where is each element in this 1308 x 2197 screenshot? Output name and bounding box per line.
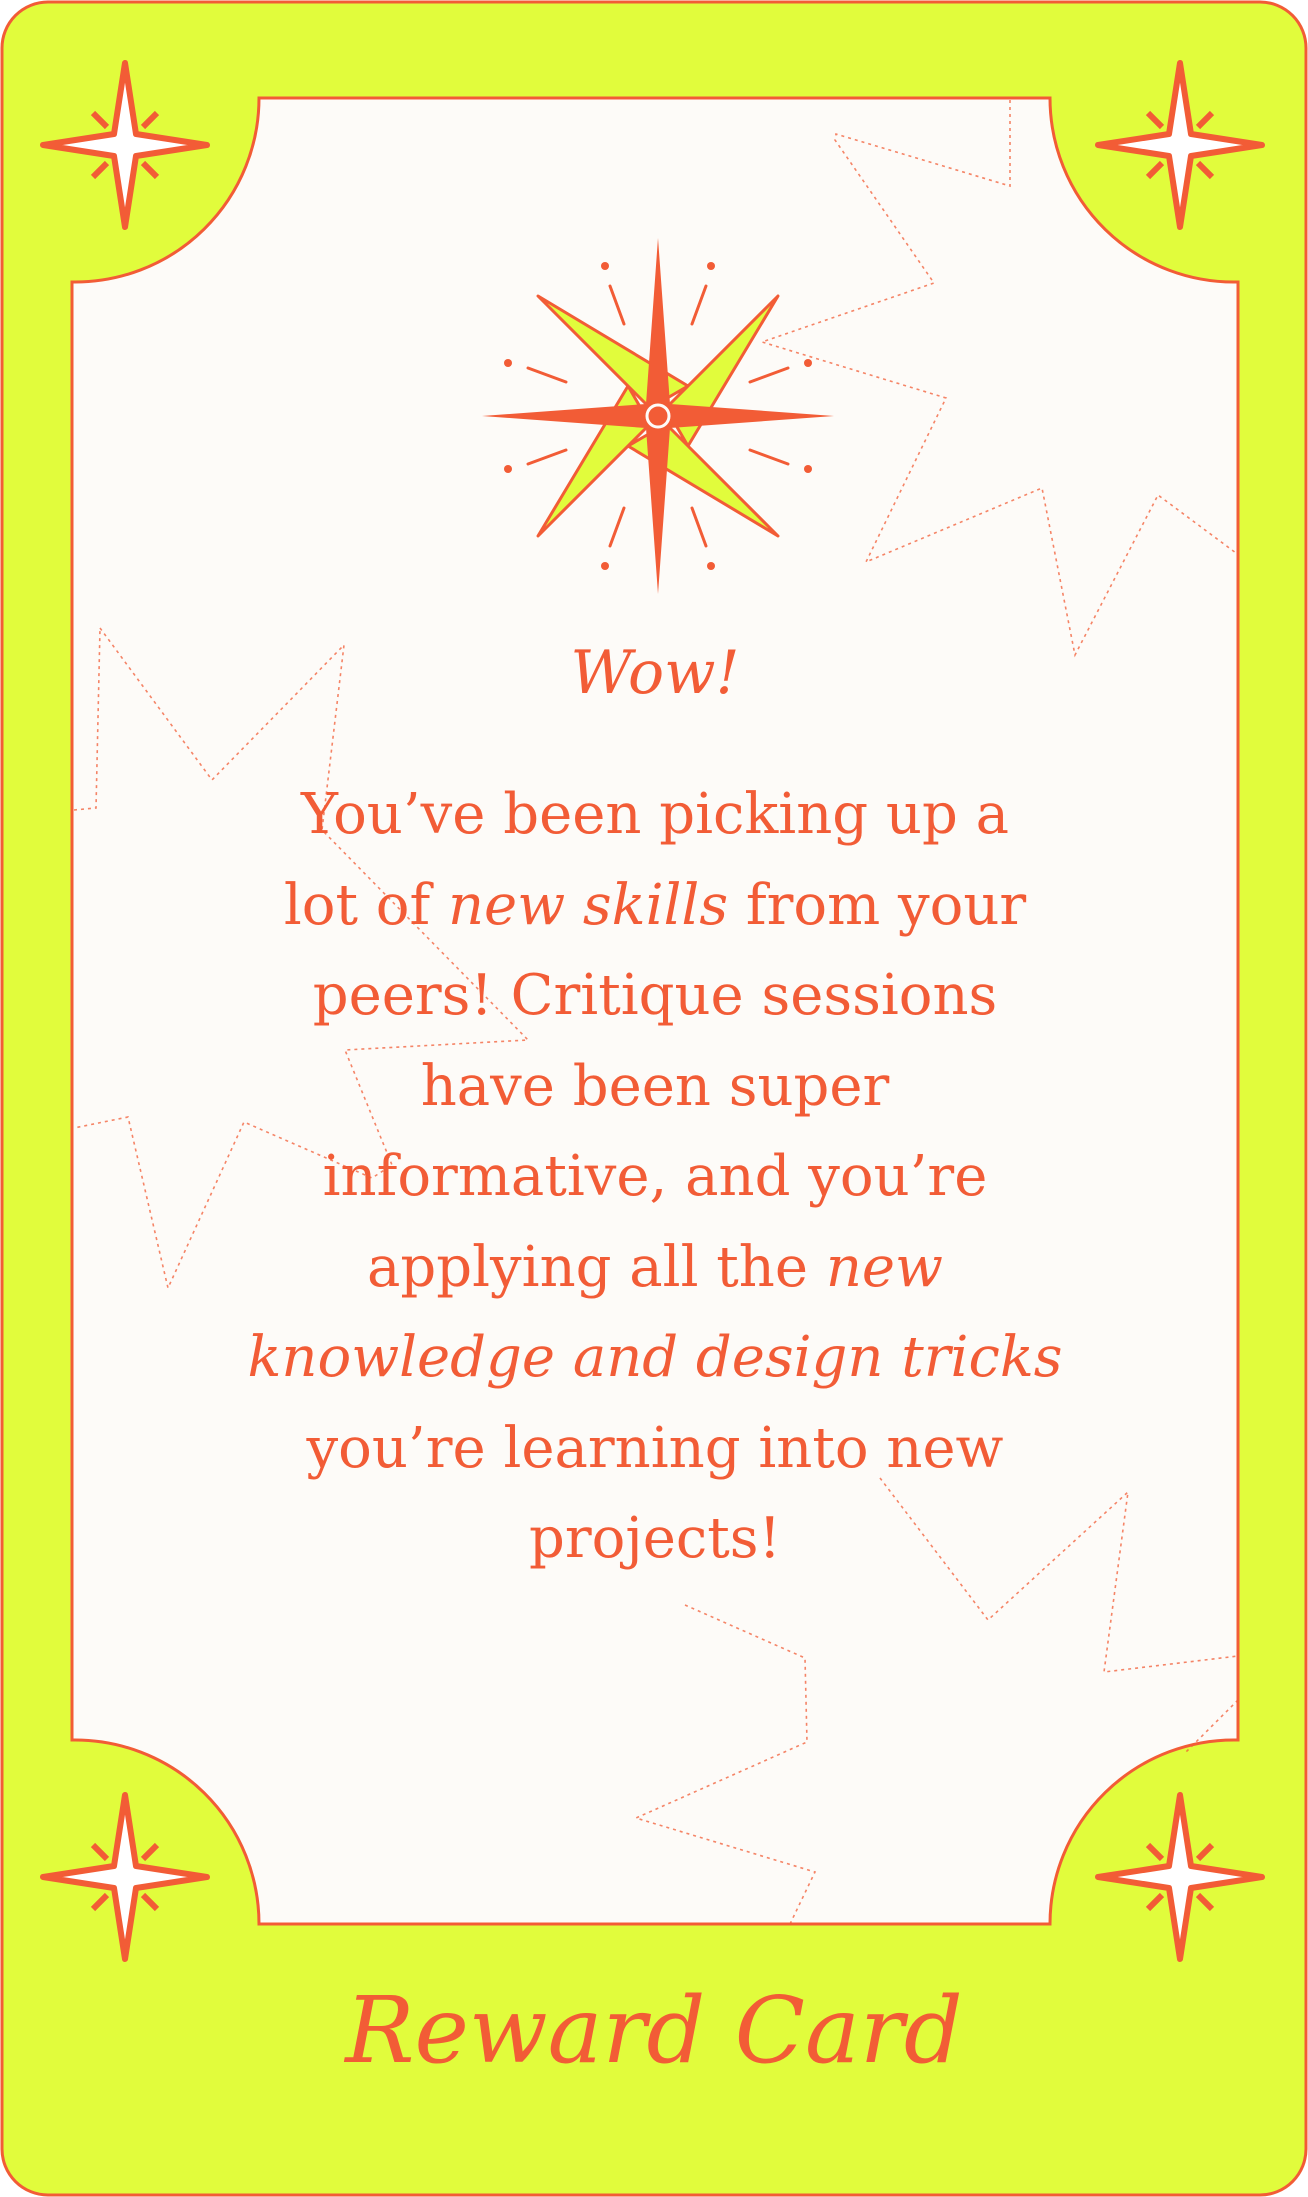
card-title: Reward Card: [345, 1977, 963, 2084]
message-line: projects!: [72, 1494, 1238, 1585]
message-line: you’re learning into new: [72, 1404, 1238, 1495]
message-run: informative, and you’re: [322, 1144, 988, 1209]
message-line: You’ve been picking up a: [72, 770, 1238, 861]
message-emphasis: knowledge and design tricks: [247, 1325, 1063, 1390]
message-line: applying all the new: [72, 1223, 1238, 1314]
message-run: have been super: [420, 1053, 890, 1119]
message-run: You’ve been picking up a: [300, 782, 1010, 847]
message-run: applying all the: [367, 1234, 826, 1300]
message-run: from your: [728, 872, 1027, 938]
message-run: lot of: [283, 872, 448, 938]
card-message: You’ve been picking up a lot of new skill…: [72, 770, 1238, 1585]
message-run: peers! Critique sessions: [312, 963, 998, 1028]
card-content: Wow! You’ve been picking up a lot of new …: [72, 98, 1238, 1924]
message-line: informative, and you’re: [72, 1132, 1238, 1223]
message-run: you’re learning into new: [306, 1415, 1004, 1481]
message-emphasis: new: [825, 1234, 943, 1300]
reward-card: Wow! You’ve been picking up a lot of new …: [0, 0, 1308, 2197]
message-line: have been super: [72, 1042, 1238, 1133]
message-emphasis: new skills: [447, 872, 729, 938]
message-line: lot of new skills from your: [72, 861, 1238, 952]
message-line: peers! Critique sessions: [72, 951, 1238, 1042]
message-line: knowledge and design tricks: [72, 1313, 1238, 1404]
card-exclaim: Wow!: [570, 638, 740, 708]
message-run: projects!: [529, 1506, 781, 1571]
